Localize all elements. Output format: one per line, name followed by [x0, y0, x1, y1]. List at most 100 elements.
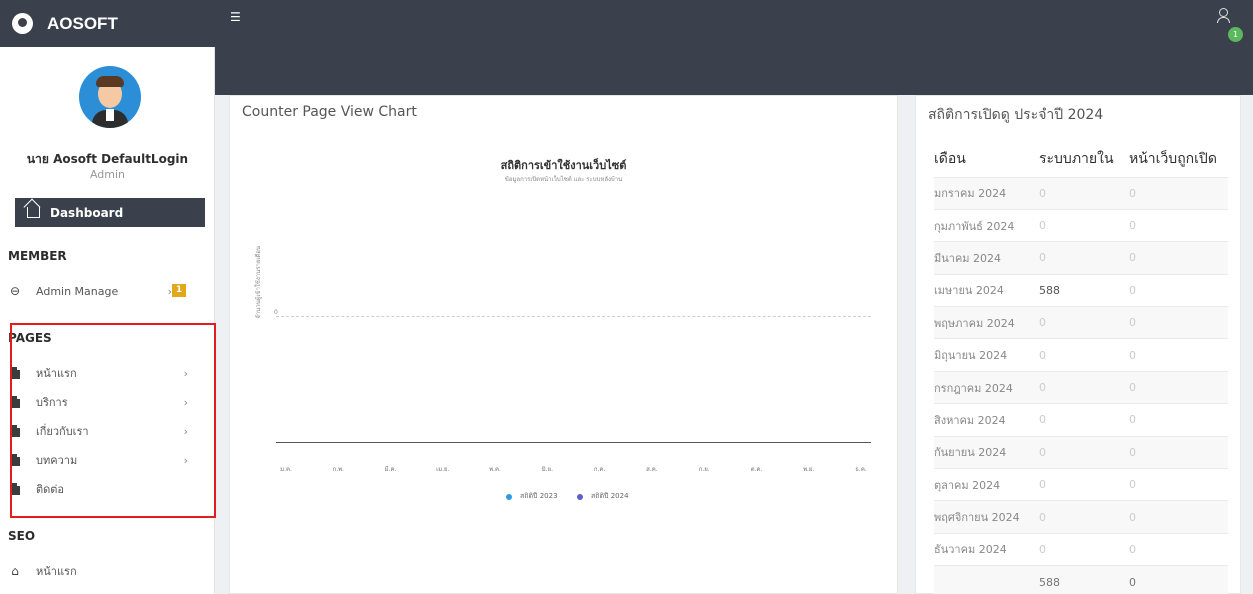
stats-panel-title: สถิติการเปิดดู ประจำปี 2024 — [928, 107, 1104, 123]
table-row: กันยายน 2024 0 0 — [934, 435, 1228, 469]
table-cell: สิงหาคม 2024 — [934, 403, 1039, 437]
chart-title: สถิติการเข้าใช้งานเว็บไซต์ — [500, 159, 627, 172]
table-cell: มิถุนายน 2024 — [934, 338, 1039, 372]
table-cell: 0 — [1039, 532, 1129, 566]
x-tick-label: พ.ย. — [803, 466, 815, 473]
table-row: กุมภาพันธ์ 2024 0 0 — [934, 208, 1228, 242]
legend-dot-2023 — [506, 493, 512, 500]
table-cell: 0 — [1129, 403, 1228, 437]
table-cell: กันยายน 2024 — [934, 435, 1039, 469]
section-member: MEMBER — [8, 249, 67, 263]
table-cell: 0 — [1129, 176, 1228, 210]
chart-panel-title: Counter Page View Chart — [242, 104, 417, 120]
highlight-box — [10, 323, 216, 518]
home-icon — [27, 207, 40, 218]
user-icon[interactable] — [1217, 8, 1230, 23]
sidebar-item-admin-manage[interactable]: ⊖ Admin Manage › 1 — [8, 281, 198, 301]
table-cell: 0 — [1129, 370, 1228, 404]
x-tick-label: ต.ค. — [750, 466, 763, 473]
table-cell: 0 — [1039, 241, 1129, 275]
stats-table: เดือน ระบบภายใน หน้าเว็บถูกเปิด มกราคม 2… — [934, 141, 1228, 594]
total-cell: 588 — [1039, 565, 1129, 594]
x-tick-label: ส.ค. — [646, 466, 658, 473]
table-cell: 0 — [1129, 468, 1228, 501]
legend-dot-2024 — [577, 493, 583, 500]
chart-y-label: จำนวนผู้เข้าใช้งานรายเดือน — [255, 246, 262, 319]
user-role: Admin — [89, 168, 126, 181]
table-cell: พฤษภาคม 2024 — [934, 306, 1039, 339]
zero-gridline — [276, 316, 871, 317]
table-cell: ธันวาคม 2024 — [934, 532, 1039, 566]
admin-badge: 1 — [172, 284, 186, 297]
table-row: กรกฎาคม 2024 0 0 — [934, 370, 1228, 404]
x-tick-label: ก.พ. — [332, 466, 344, 473]
table-row: เมษายน 2024 588 0 — [934, 273, 1228, 307]
globe-logo-icon — [12, 13, 33, 34]
table-row: มีนาคม 2024 0 0 — [934, 241, 1228, 275]
table-cell: 0 — [1039, 338, 1129, 372]
legend-2023[interactable]: สถิติปี 2023 — [506, 491, 558, 502]
x-tick-label: ม.ค. — [280, 466, 292, 473]
col-month: เดือน — [934, 149, 966, 166]
sidebar-item-dashboard[interactable]: Dashboard — [15, 198, 205, 227]
chart-panel: Counter Page View Chart สถิติการเข้าใช้ง… — [229, 95, 898, 594]
table-header: เดือน ระบบภายใน หน้าเว็บถูกเปิด — [934, 141, 1228, 177]
table-cell: 0 — [1129, 532, 1228, 566]
table-cell: 0 — [1129, 306, 1228, 339]
x-tick-label: พ.ค. — [489, 466, 501, 473]
dashboard-label: Dashboard — [50, 205, 124, 220]
col-pageviews: หน้าเว็บถูกเปิด — [1129, 149, 1217, 166]
table-cell: 0 — [1039, 500, 1129, 534]
menu-toggle-icon[interactable]: ☰ — [230, 10, 241, 24]
legend-2024[interactable]: สถิติปี 2024 — [577, 491, 629, 502]
x-tick-label: มี.ค. — [384, 466, 397, 473]
table-cell: 0 — [1039, 176, 1129, 210]
chart-subtitle: ข้อมูลการเปิดหน้าเว็บไซต์ และ ระบบหลังบ้… — [504, 176, 623, 183]
x-tick-label: ก.ค. — [593, 466, 606, 473]
stats-panel: สถิติการเปิดดู ประจำปี 2024 เดือน ระบบภา… — [915, 95, 1241, 594]
table-cell: 0 — [1129, 435, 1228, 469]
table-cell: 0 — [1129, 500, 1228, 534]
avatar — [79, 66, 141, 128]
table-cell: 0 — [1129, 208, 1228, 242]
user-name: นาย Aosoft DefaultLogin — [26, 152, 189, 166]
table-cell: 0 — [1129, 241, 1228, 275]
table-cell: เมษายน 2024 — [934, 273, 1039, 307]
total-cell: 0 — [1129, 565, 1228, 594]
notification-badge[interactable]: 1 — [1228, 27, 1243, 42]
x-tick-label: มิ.ย. — [541, 466, 553, 473]
total-cell — [934, 565, 1039, 594]
x-tick-label: ก.ย. — [698, 466, 710, 473]
brand-bar: AOSOFT — [0, 0, 215, 47]
table-cell: มกราคม 2024 — [934, 176, 1039, 210]
legend-label: สถิติปี 2023 — [520, 492, 558, 500]
table-row: สิงหาคม 2024 0 0 — [934, 403, 1228, 437]
brand-title[interactable]: AOSOFT — [47, 14, 118, 34]
sidebar-item-label: หน้าแรก — [36, 565, 77, 578]
table-row: ตุลาคม 2024 0 0 — [934, 468, 1228, 501]
table-total-row: 588 0 — [934, 565, 1228, 594]
sidebar-item-label: Admin Manage — [36, 284, 119, 298]
table-cell: 0 — [1039, 306, 1129, 339]
y-tick-zero: 0 — [274, 309, 278, 316]
col-internal: ระบบภายใน — [1039, 149, 1114, 166]
home-icon: ⌂ — [11, 564, 19, 578]
table-cell: ตุลาคม 2024 — [934, 468, 1039, 501]
table-cell: 0 — [1129, 338, 1228, 372]
table-cell: 0 — [1039, 468, 1129, 501]
table-cell: กุมภาพันธ์ 2024 — [934, 208, 1039, 242]
table-cell: 0 — [1039, 435, 1129, 469]
table-cell: 0 — [1039, 370, 1129, 404]
sidebar-item-seo-home[interactable]: ⌂ หน้าแรก — [8, 561, 198, 581]
table-cell: 0 — [1039, 403, 1129, 437]
table-row: พฤษภาคม 2024 0 0 — [934, 306, 1228, 339]
table-row: มกราคม 2024 0 0 — [934, 176, 1228, 210]
table-cell: มีนาคม 2024 — [934, 241, 1039, 275]
x-tick-label: เม.ย. — [436, 466, 450, 473]
table-cell: 0 — [1129, 273, 1228, 307]
legend-label: สถิติปี 2024 — [591, 492, 629, 500]
section-seo: SEO — [8, 529, 36, 543]
table-cell: กรกฎาคม 2024 — [934, 370, 1039, 404]
table-row: ธันวาคม 2024 0 0 — [934, 532, 1228, 566]
table-cell: พฤศจิกายน 2024 — [934, 500, 1039, 534]
